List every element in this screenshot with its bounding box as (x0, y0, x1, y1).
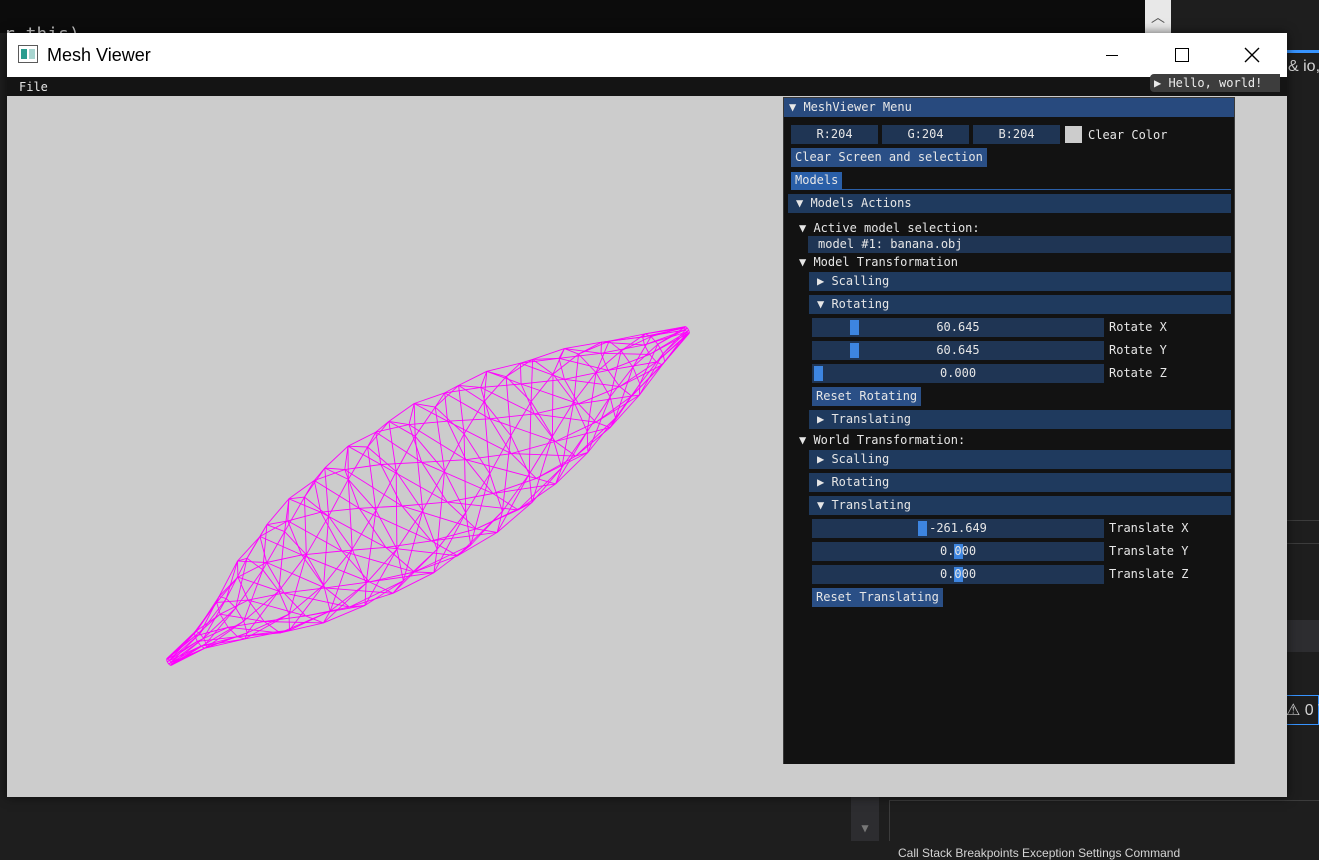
model-translating-header[interactable]: ▶ Translating (809, 410, 1231, 429)
clear-color-r-field[interactable]: R:204 (791, 125, 878, 144)
menu-bar: File (7, 77, 1287, 96)
world-translating-header[interactable]: ▼ Translating (809, 496, 1231, 515)
editor-code-fragment: & io, (1288, 58, 1319, 76)
panel-title[interactable]: ▼ MeshViewer Menu (784, 98, 1234, 117)
models-actions-header[interactable]: ▼ Models Actions (788, 194, 1231, 213)
app-icon (18, 45, 38, 63)
world-rotating-header[interactable]: ▶ Rotating (809, 473, 1231, 492)
reset-translating-button[interactable]: Reset Translating (812, 588, 943, 607)
scroll-up-icon[interactable]: ︿ (1145, 0, 1171, 33)
tab-models[interactable]: Models (791, 172, 842, 189)
title-bar[interactable]: Mesh Viewer (7, 33, 1287, 77)
rotate-z-slider[interactable]: 0.000 (812, 364, 1104, 383)
clear-color-g-field[interactable]: G:204 (882, 125, 969, 144)
translate-y-label: Translate Y (1109, 544, 1188, 558)
model-scaling-header[interactable]: ▶ Scalling (809, 272, 1231, 291)
maximize-icon (1175, 48, 1189, 62)
clear-color-label: Clear Color (1088, 128, 1167, 142)
tab-underline (791, 189, 1231, 190)
rotate-y-value: 60.645 (936, 343, 979, 357)
editor-accent (1287, 50, 1319, 53)
active-model-item[interactable]: model #1: banana.obj (808, 236, 1231, 253)
rotate-z-value: 0.000 (940, 366, 976, 380)
rotate-x-slider[interactable]: 60.645 (812, 318, 1104, 337)
editor-panel-strip (1287, 520, 1319, 544)
translate-x-label: Translate X (1109, 521, 1188, 535)
reset-rotating-button[interactable]: Reset Rotating (812, 387, 921, 406)
rotate-y-label: Rotate Y (1109, 343, 1167, 357)
world-scaling-header[interactable]: ▶ Scalling (809, 450, 1231, 469)
minimize-button[interactable] (1077, 33, 1147, 77)
close-button[interactable] (1217, 33, 1287, 77)
clear-color-swatch[interactable] (1065, 126, 1082, 143)
scroll-down-icon[interactable]: ▼ (851, 797, 879, 841)
rotate-y-grab[interactable] (850, 343, 859, 358)
translate-z-slider[interactable]: 0.000 (812, 565, 1104, 584)
meshviewer-menu-panel: ▼ MeshViewer Menu R:204 G:204 B:204 Clea… (783, 97, 1235, 764)
bottom-panel (889, 800, 1319, 841)
rotate-z-grab[interactable] (814, 366, 823, 381)
close-icon (1244, 47, 1260, 63)
maximize-button[interactable] (1147, 33, 1217, 77)
active-model-selection-node[interactable]: ▼ Active model selection: (799, 221, 980, 235)
translate-x-grab[interactable] (918, 521, 927, 536)
model-transformation-node[interactable]: ▼ Model Transformation (799, 255, 958, 269)
editor-panel-block (1287, 620, 1319, 652)
translate-x-value: -261.649 (929, 521, 987, 535)
rotate-x-value: 60.645 (936, 320, 979, 334)
bottom-tabs[interactable]: Call Stack Breakpoints Exception Setting… (898, 846, 1180, 860)
translate-z-label: Translate Z (1109, 567, 1188, 581)
window-title: Mesh Viewer (47, 45, 151, 66)
model-rotating-header[interactable]: ▼ Rotating (809, 295, 1231, 314)
warnings-badge[interactable]: ⚠ 0 W (1283, 695, 1319, 725)
translate-y-slider[interactable]: 0.000 (812, 542, 1104, 561)
minimize-icon (1106, 55, 1118, 56)
rotate-y-slider[interactable]: 60.645 (812, 341, 1104, 360)
hello-world-window-collapsed[interactable]: ▶ Hello, world! (1150, 74, 1280, 92)
menu-file[interactable]: File (19, 80, 48, 94)
rotate-x-grab[interactable] (850, 320, 859, 335)
background-console: r this) .... ... .. .. .. .. . . . . (0, 0, 1145, 33)
rotate-x-label: Rotate X (1109, 320, 1167, 334)
world-transformation-node[interactable]: ▼ World Transformation: (799, 433, 965, 447)
translate-y-value: 0.000 (940, 544, 976, 558)
translate-x-slider[interactable]: -261.649 (812, 519, 1104, 538)
rotate-z-label: Rotate Z (1109, 366, 1167, 380)
translate-z-value: 0.000 (940, 567, 976, 581)
clear-color-b-field[interactable]: B:204 (973, 125, 1060, 144)
clear-screen-button[interactable]: Clear Screen and selection (791, 148, 987, 167)
